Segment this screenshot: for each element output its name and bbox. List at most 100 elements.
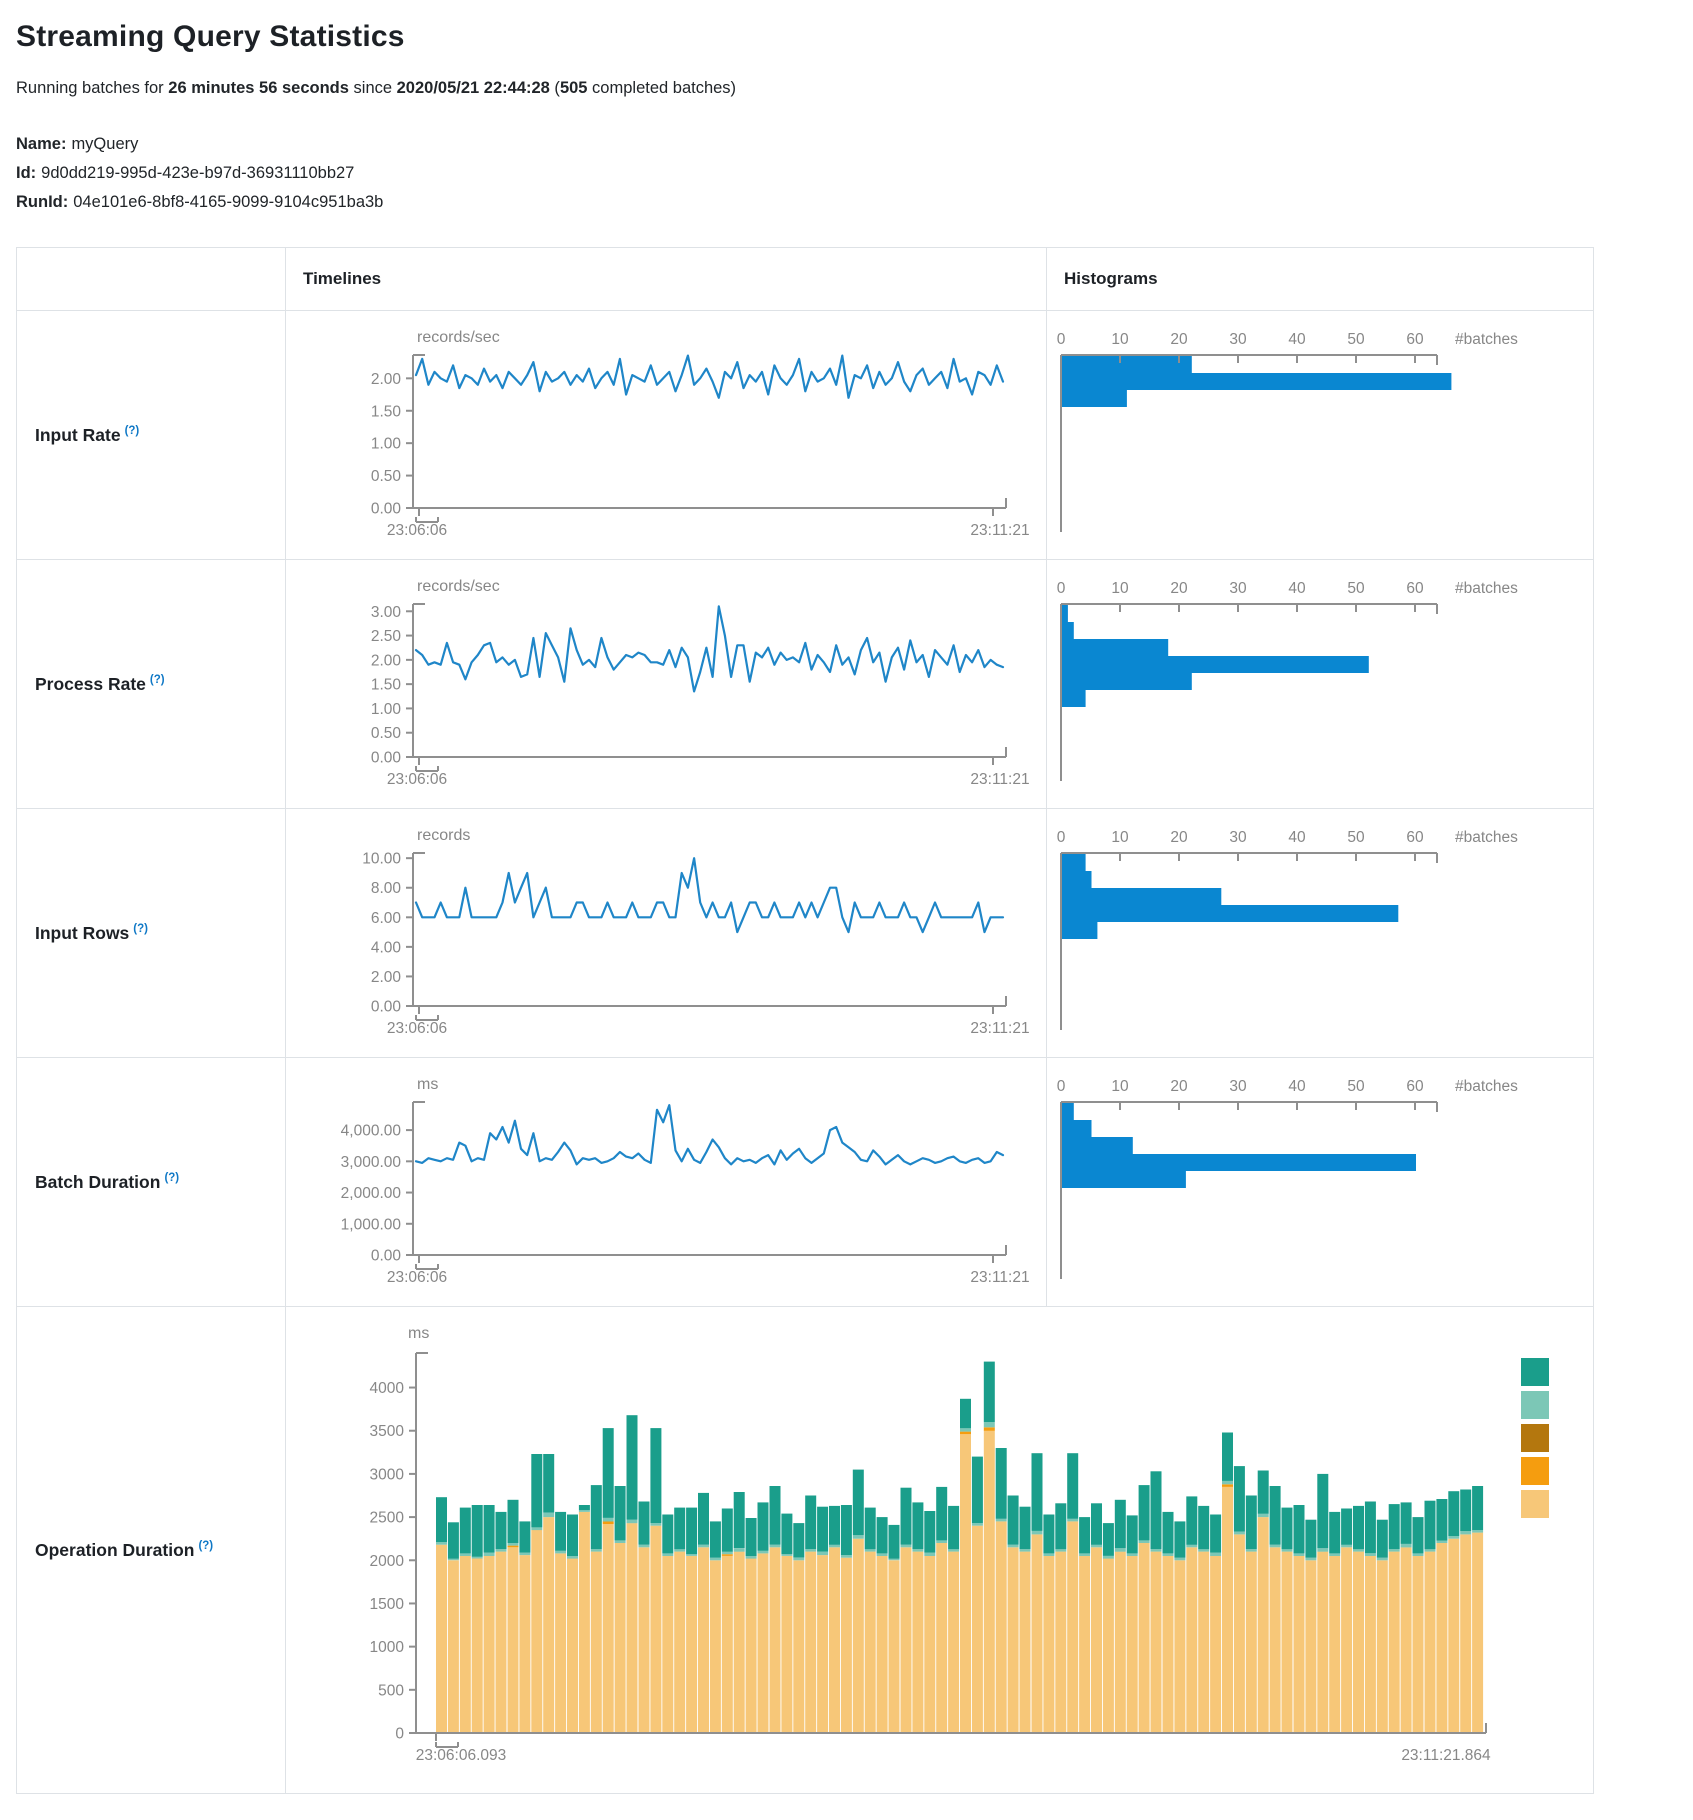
stacked-bar-segment — [603, 1518, 614, 1522]
stacked-bar-segment — [579, 1512, 590, 1733]
input-rate-timeline-chart: records/sec2.001.501.000.500.0023:06:062… — [286, 311, 1047, 559]
histogram-axis-unit-label: #batches — [1455, 580, 1518, 597]
y-axis-tick-label: 2.00 — [371, 969, 402, 986]
stacked-bar-segment — [1043, 1553, 1054, 1556]
y-axis-tick-label: 2,000.00 — [341, 1185, 402, 1202]
y-axis-tick-label: 4.00 — [371, 939, 402, 956]
histogram-cell: 0102030405060#batches — [1047, 311, 1593, 559]
y-axis-tick-label: 0.50 — [371, 468, 402, 485]
batch-duration-timeline-chart: ms4,000.003,000.002,000.001,000.000.0023… — [286, 1058, 1047, 1306]
stacked-bar-segment — [579, 1505, 590, 1510]
stacked-bar-segment — [1472, 1530, 1483, 1533]
streaming-query-statistics-page: Streaming Query Statistics Running batch… — [0, 0, 1693, 1820]
stacked-bar-segment — [865, 1508, 876, 1550]
stacked-bar-segment — [1032, 1453, 1043, 1531]
y-axis-tick-label: 2.00 — [371, 652, 402, 669]
stacked-bar-segment — [1163, 1512, 1174, 1554]
stacked-bar-segment — [1305, 1520, 1316, 1558]
stacked-bar-segment — [984, 1431, 995, 1733]
metric-label-text: Batch Duration — [35, 1172, 160, 1192]
stacked-bar-segment — [912, 1552, 923, 1733]
stacked-bar-segment — [1270, 1486, 1281, 1545]
stacked-bar-segment — [781, 1554, 792, 1556]
stacked-bar-segment — [1365, 1556, 1376, 1733]
stacked-bar-segment — [1174, 1558, 1185, 1561]
input-rows-timeline-chart: records10.008.006.004.002.000.0023:06:06… — [286, 809, 1047, 1057]
stacked-bar-segment — [1341, 1547, 1352, 1733]
histogram-top-axis-line — [1061, 1102, 1437, 1112]
stacked-bar-segment — [1413, 1556, 1424, 1733]
y-axis-tick-label: 6.00 — [371, 910, 402, 927]
stacked-bar-segment — [472, 1505, 483, 1557]
stacked-bar-segment — [567, 1515, 578, 1557]
stacked-bar-segment — [901, 1488, 912, 1545]
metric-label-cell: Process Rate(?) — [17, 560, 286, 808]
stacked-bar-segment — [1460, 1531, 1471, 1535]
stacked-bar-segment — [984, 1362, 995, 1423]
metric-label-cell: Operation Duration(?) — [17, 1307, 286, 1793]
stacked-bar-segment — [1079, 1556, 1090, 1733]
help-icon[interactable]: (?) — [133, 923, 148, 935]
stacked-bar-segment — [1246, 1552, 1257, 1733]
stacked-bar-segment — [889, 1525, 900, 1559]
runid-value: 04e101e6-8bf8-4165-9099-9104c951ba3b — [73, 193, 383, 211]
stacked-bar-segment — [662, 1556, 673, 1733]
stacked-bar-segment — [508, 1543, 519, 1546]
x-axis-start-label: 23:06:06 — [387, 771, 447, 788]
stacked-bar-segment — [591, 1549, 602, 1552]
y-axis-tick-label: 1,000.00 — [341, 1216, 402, 1233]
y-axis-tick-label: 1.00 — [371, 436, 402, 453]
histogram-bar — [1062, 905, 1398, 922]
stacked-bar-segment — [948, 1549, 959, 1552]
stacked-bar-segment — [1008, 1496, 1019, 1545]
stacked-bar-segment — [1365, 1553, 1376, 1556]
stacked-bar-segment — [734, 1548, 745, 1552]
stacked-bar-segment — [1139, 1540, 1150, 1543]
stacked-bar-segment — [567, 1556, 578, 1559]
stacked-bar-segment — [1294, 1556, 1305, 1733]
stacked-bar-segment — [555, 1553, 566, 1733]
stacked-bar-segment — [603, 1524, 614, 1733]
help-icon[interactable]: (?) — [150, 674, 165, 686]
help-icon[interactable]: (?) — [164, 1172, 179, 1184]
help-icon[interactable]: (?) — [198, 1540, 213, 1552]
stacked-bar-segment — [674, 1508, 685, 1550]
y-axis-tick-label: 8.00 — [371, 880, 402, 897]
stacked-bar-segment — [1234, 1532, 1245, 1535]
running-duration: 26 minutes 56 seconds — [168, 79, 349, 97]
stacked-bar-segment — [710, 1558, 721, 1561]
stacked-bar-segment — [746, 1559, 757, 1734]
stacked-bar-segment — [460, 1556, 471, 1733]
histogram-axis-unit-label: #batches — [1455, 1078, 1518, 1095]
y-axis-tick-label: 0.00 — [371, 501, 402, 518]
histogram-cell: 0102030405060#batches — [1047, 1058, 1593, 1306]
stacked-bar-segment — [912, 1502, 923, 1549]
histogram-bar — [1062, 656, 1369, 673]
stacked-bar-segment — [1353, 1506, 1364, 1549]
stacked-bar-segment — [1174, 1560, 1185, 1733]
histogram-bar — [1062, 1154, 1416, 1171]
help-icon[interactable]: (?) — [125, 425, 140, 437]
stacked-bar-segment — [924, 1556, 935, 1733]
histogram-bar — [1062, 690, 1086, 707]
runid-label: RunId: — [16, 193, 68, 211]
stacked-bar-segment — [734, 1492, 745, 1548]
stacked-bar-segment — [1401, 1544, 1412, 1548]
subtitle-suffix: completed batches) — [587, 79, 736, 97]
y-axis-line — [413, 853, 425, 1006]
histogram-bar — [1062, 1103, 1074, 1120]
stacked-bar-segment — [901, 1545, 912, 1548]
histogram-axis-tick-label: 20 — [1170, 1078, 1188, 1095]
stacked-bar-segment — [1222, 1487, 1233, 1733]
stacked-bar-segment — [1008, 1545, 1019, 1548]
stacked-bar-segment — [508, 1547, 519, 1733]
stacked-bar-segment — [1413, 1517, 1424, 1553]
histogram-bar — [1062, 1120, 1092, 1137]
stacked-bar-segment — [448, 1559, 459, 1561]
stacked-bar-segment — [1127, 1515, 1138, 1553]
stacked-bar-segment — [1460, 1490, 1471, 1532]
stacked-bar-segment — [603, 1428, 614, 1518]
stacked-bar-segment — [1365, 1502, 1376, 1554]
histogram-axis-tick-label: 40 — [1288, 580, 1306, 597]
stacked-bar-segment — [615, 1486, 626, 1540]
